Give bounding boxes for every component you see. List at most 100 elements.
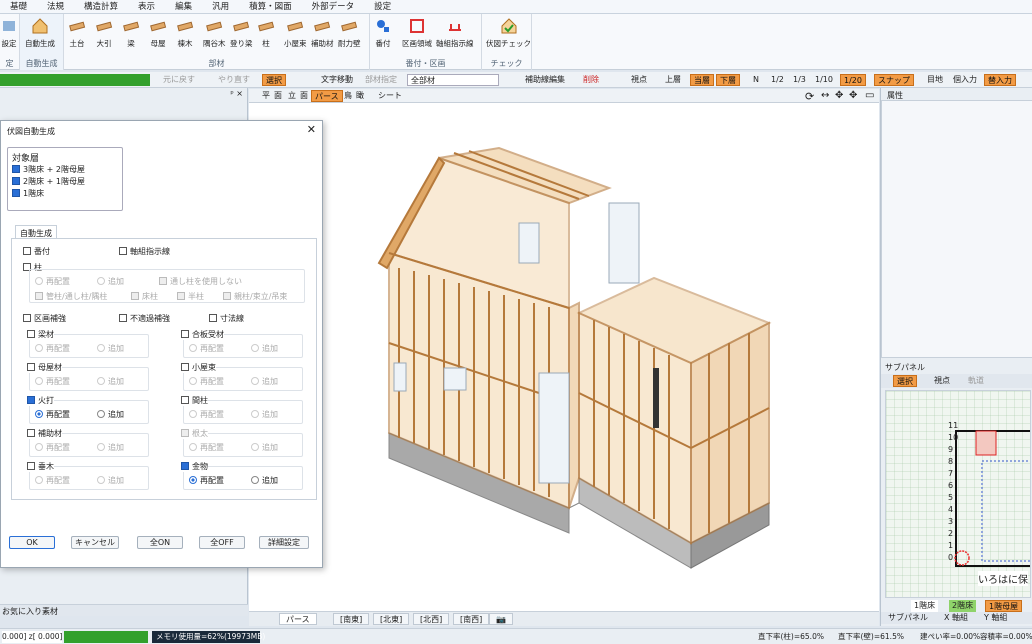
member-dodai-button[interactable]: 土台 <box>68 16 86 49</box>
section-5-header[interactable]: 間柱 <box>181 395 208 406</box>
move-icon[interactable]: ✥ <box>835 90 843 101</box>
section-1-add-radio[interactable]: 追加 <box>251 343 278 354</box>
current-floor-button[interactable]: 当層 <box>690 74 714 86</box>
section-5-add-radio[interactable]: 追加 <box>251 409 278 420</box>
all-off-button[interactable]: 全OFF <box>199 536 245 549</box>
dimension-option[interactable]: 寸法線 <box>209 313 244 324</box>
unused-reinforce-option[interactable]: 不適過補強 <box>119 313 170 324</box>
banzuke-button[interactable]: 番付 <box>374 16 392 49</box>
section-4-replace-radio[interactable]: 再配置 <box>35 409 70 420</box>
floor-tab-3[interactable]: 1階母屋 <box>985 600 1023 612</box>
mini-plan[interactable]: 11 10 9 8 7 6 5 4 3 2 1 0 いろはに保 <box>885 390 1031 598</box>
section-6-add-radio[interactable]: 追加 <box>97 442 124 453</box>
tab-auto[interactable]: 自動生成 <box>15 225 57 238</box>
floor-check-button[interactable]: 伏図チェック <box>486 16 531 49</box>
menu-settei[interactable]: 設定 <box>364 0 401 14</box>
third-button[interactable]: 1/3 <box>790 74 809 86</box>
section-7-add-radio[interactable]: 追加 <box>251 442 278 453</box>
sub-orbit-button[interactable]: 軌道 <box>965 375 987 387</box>
menu-hyoji[interactable]: 表示 <box>128 0 165 14</box>
select-button[interactable]: 選択 <box>262 74 286 86</box>
all-on-button[interactable]: 全ON <box>137 536 183 549</box>
sub-viewpoint-button[interactable]: 視点 <box>931 375 953 387</box>
close-icon[interactable]: ✕ <box>307 123 316 136</box>
section-8-add-radio[interactable]: 追加 <box>97 475 124 486</box>
section-5-replace-radio[interactable]: 再配置 <box>189 409 224 420</box>
half-button[interactable]: 1/2 <box>768 74 787 86</box>
member-spec-button[interactable]: 部材指定 <box>362 74 400 86</box>
target-checkbox-0[interactable] <box>12 165 20 173</box>
target-layer-0[interactable]: 3階床 + 2階母屋 <box>12 164 85 175</box>
section-6-header[interactable]: 補助材 <box>27 428 62 439</box>
pillar-kind-2[interactable]: 半柱 <box>177 291 204 302</box>
pillar-add-radio[interactable]: 追加 <box>97 276 124 287</box>
section-1-checkbox[interactable] <box>181 330 189 338</box>
pillar-kind-3[interactable]: 親柱/束立/吊束 <box>223 291 287 302</box>
section-4-header[interactable]: 火打 <box>27 395 54 406</box>
section-3-checkbox[interactable] <box>181 363 189 371</box>
target-checkbox-1[interactable] <box>12 177 20 185</box>
detail-settings-button[interactable]: 詳細設定 <box>259 536 309 549</box>
section-9-add-radio[interactable]: 追加 <box>251 475 278 486</box>
monitor-icon[interactable]: ▭ <box>865 90 874 101</box>
rotate-icon[interactable]: ⟳ <box>805 90 814 103</box>
replace-button[interactable]: 替入力 <box>984 74 1016 86</box>
cancel-button[interactable]: キャンセル <box>71 536 119 549</box>
target-layer-1[interactable]: 2階床 + 1階母屋 <box>12 176 85 187</box>
menu-hoki[interactable]: 法規 <box>37 0 74 14</box>
pillar-replace-radio[interactable]: 再配置 <box>35 276 70 287</box>
member-noborihari-button[interactable]: 登り梁 <box>230 16 253 49</box>
section-3-replace-radio[interactable]: 再配置 <box>189 376 224 387</box>
banzuke-checkbox[interactable] <box>23 247 31 255</box>
sub-select-button[interactable]: 選択 <box>893 375 917 387</box>
section-4-add-radio[interactable]: 追加 <box>97 409 124 420</box>
pan-h-icon[interactable]: ↔ <box>821 90 829 101</box>
tab-northeast[interactable]: [北東] <box>373 613 410 625</box>
target-checkbox-2[interactable] <box>12 189 20 197</box>
banzuke-option[interactable]: 番付 <box>23 246 50 257</box>
upper-floor-button[interactable]: 上層 <box>662 74 684 86</box>
section-9-replace-radio[interactable]: 再配置 <box>189 475 224 486</box>
section-6-checkbox[interactable] <box>27 429 35 437</box>
text-move-button[interactable]: 文字移動 <box>318 74 356 86</box>
section-0-checkbox[interactable] <box>27 330 35 338</box>
axis-line-checkbox[interactable] <box>119 247 127 255</box>
section-7-header[interactable]: 根太 <box>181 428 208 439</box>
section-2-checkbox[interactable] <box>27 363 35 371</box>
camera-icon[interactable]: 📷 <box>489 613 513 625</box>
menu-gaibu[interactable]: 外部データ <box>302 0 365 14</box>
tab-subpanel[interactable]: サブパネル <box>885 612 931 624</box>
grid-button[interactable]: 目地 <box>924 74 946 86</box>
section-8-replace-radio[interactable]: 再配置 <box>35 475 70 486</box>
tab-southwest[interactable]: [南西] <box>453 613 490 625</box>
tab-northwest[interactable]: [北西] <box>413 613 450 625</box>
section-8-checkbox[interactable] <box>27 462 35 470</box>
section-8-header[interactable]: 垂木 <box>27 461 54 472</box>
member-obiki-button[interactable]: 大引 <box>95 16 113 49</box>
pillar-kind-1[interactable]: 床柱 <box>131 291 158 302</box>
member-munagi-button[interactable]: 棟木 <box>176 16 194 49</box>
section-4-checkbox[interactable] <box>27 396 35 404</box>
floor-tab-1[interactable]: 1階床 <box>911 600 939 612</box>
tab-y-frame[interactable]: Y 軸組 <box>981 612 1010 624</box>
delete-button[interactable]: 削除 <box>580 74 602 86</box>
section-2-replace-radio[interactable]: 再配置 <box>35 376 70 387</box>
floor-tab-2[interactable]: 2階床 <box>949 600 977 612</box>
axis-line-button[interactable]: 軸組指示線 <box>436 16 474 49</box>
n-button[interactable]: N <box>750 74 762 86</box>
section-7-replace-radio[interactable]: 再配置 <box>189 442 224 453</box>
ok-button[interactable]: OK <box>9 536 55 549</box>
auto-generate-button[interactable]: 自動生成 <box>25 16 55 49</box>
member-hari-button[interactable]: 梁 <box>122 16 140 49</box>
use-through-option[interactable]: 通し柱を使用しない <box>159 276 242 287</box>
member-hashira-button[interactable]: 柱 <box>257 16 275 49</box>
menu-sekisan[interactable]: 積算・図面 <box>239 0 302 14</box>
zone-reinforce-option[interactable]: 区画補強 <box>23 313 66 324</box>
tenth-button[interactable]: 1/10 <box>812 74 836 86</box>
zone-area-button[interactable]: 区画領域 <box>402 16 432 49</box>
menu-hanyo[interactable]: 汎用 <box>202 0 239 14</box>
section-0-replace-radio[interactable]: 再配置 <box>35 343 70 354</box>
section-9-checkbox[interactable] <box>181 462 189 470</box>
view-bird2[interactable]: 瞰 <box>353 90 367 102</box>
member-sumitaniki-button[interactable]: 隅谷木 <box>203 16 226 49</box>
